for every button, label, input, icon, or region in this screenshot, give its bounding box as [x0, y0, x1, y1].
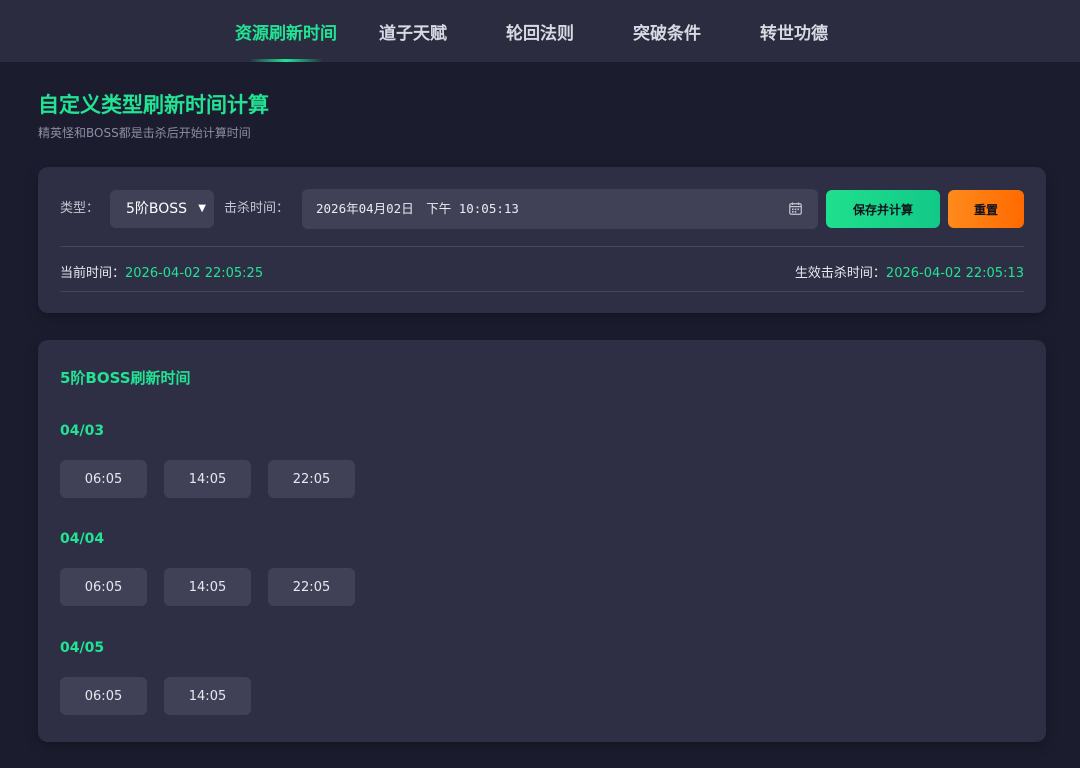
day-label: 04/05: [60, 640, 105, 656]
refresh-times-card: 5阶BOSS刷新时间 04/03 06:05 14:05 22:05 04/04…: [38, 340, 1046, 742]
time-chips: 06:05 14:05: [60, 677, 251, 715]
top-nav: 资源刷新时间 道子天赋 轮回法则 突破条件 转世功德: [0, 0, 1080, 62]
tab-label: 突破条件: [633, 23, 701, 44]
chevron-down-icon: ▼: [198, 203, 206, 214]
time-chip: 22:05: [268, 568, 355, 606]
time-chips: 06:05 14:05 22:05: [60, 460, 355, 498]
time-chip: 14:05: [164, 677, 251, 715]
tab-label: 轮回法则: [506, 23, 574, 44]
tab-label: 转世功德: [760, 23, 828, 44]
tab-label: 资源刷新时间: [235, 23, 337, 44]
type-label: 类型：: [60, 201, 100, 216]
time-chip: 06:05: [60, 568, 147, 606]
tab-rebirth-merit[interactable]: 转世功德: [731, 0, 858, 62]
effective-kill-time-label: 生效击杀时间：: [794, 266, 886, 281]
divider: [60, 291, 1024, 292]
tab-reincarnation-rules[interactable]: 轮回法则: [477, 0, 604, 62]
reset-button[interactable]: 重置: [948, 190, 1024, 228]
time-chip: 06:05: [60, 460, 147, 498]
kill-time-value: 2026年04月02日 下午 10:05:13: [316, 201, 519, 216]
page-title: 自定义类型刷新时间计算: [38, 93, 269, 117]
day-group: 04/05 06:05 14:05: [60, 639, 251, 715]
current-time: 当前时间：2026-04-02 22:05:25: [60, 262, 263, 281]
tab-daozi-talent[interactable]: 道子天赋: [350, 0, 477, 62]
divider: [60, 246, 1024, 247]
page-subtitle: 精英怪和BOSS都是击杀后开始计算时间: [38, 126, 251, 140]
calendar-icon[interactable]: [789, 202, 802, 215]
effective-kill-time-value: 2026-04-02 22:05:13: [885, 266, 1024, 281]
day-group: 04/04 06:05 14:05 22:05: [60, 530, 355, 606]
day-label: 04/04: [60, 531, 105, 547]
result-title: 5阶BOSS刷新时间: [60, 369, 191, 387]
form-row: 类型： 5阶BOSS ▼ 击杀时间： 2026年04月02日 下午 10:05:…: [60, 189, 1024, 229]
current-time-value: 2026-04-02 22:05:25: [125, 266, 264, 281]
type-select[interactable]: 5阶BOSS ▼: [110, 190, 214, 228]
type-select-value: 5阶BOSS: [126, 201, 188, 217]
tab-label: 道子天赋: [379, 23, 447, 44]
tab-resource-refresh-time[interactable]: 资源刷新时间: [223, 0, 350, 62]
day-group: 04/03 06:05 14:05 22:05: [60, 422, 355, 498]
kill-time-label: 击杀时间：: [224, 201, 290, 216]
current-time-label: 当前时间：: [60, 266, 126, 281]
save-and-calculate-button[interactable]: 保存并计算: [826, 190, 940, 228]
day-label: 04/03: [60, 423, 105, 439]
time-chip: 14:05: [164, 460, 251, 498]
time-chip: 22:05: [268, 460, 355, 498]
tab-breakthrough-conditions[interactable]: 突破条件: [604, 0, 731, 62]
time-chips: 06:05 14:05 22:05: [60, 568, 355, 606]
time-chip: 14:05: [164, 568, 251, 606]
active-tab-indicator: [249, 59, 323, 62]
effective-kill-time: 生效击杀时间：2026-04-02 22:05:13: [795, 262, 1024, 281]
kill-time-input[interactable]: 2026年04月02日 下午 10:05:13: [302, 189, 818, 229]
calculator-form-card: 类型： 5阶BOSS ▼ 击杀时间： 2026年04月02日 下午 10:05:…: [38, 167, 1046, 313]
time-chip: 06:05: [60, 677, 147, 715]
